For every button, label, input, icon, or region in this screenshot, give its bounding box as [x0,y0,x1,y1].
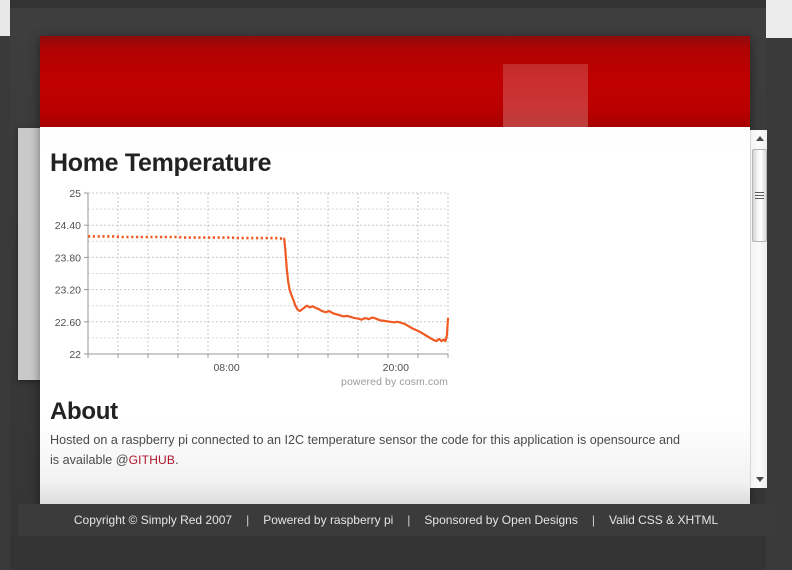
scrollbar-thumb[interactable] [752,149,767,242]
svg-text:22: 22 [69,349,81,361]
nav-item-home-stat[interactable]: Home Stat [502,63,589,127]
svg-text:08:00: 08:00 [213,362,239,374]
scroll-down-button[interactable] [751,471,768,488]
about-text-tail: . [175,453,179,468]
vertical-scrollbar[interactable] [750,130,767,488]
temperature-chart[interactable]: 22 22.60 23.20 23.80 24.40 25 08:00 20:00 power… [50,187,454,390]
chart-canvas: 22 22.60 23.20 23.80 24.40 25 08:00 20:00 [50,187,454,377]
site-container: contact Home Stat home@sajin Home Home T… [40,36,750,504]
footer-item-sponsor: Sponsored by Open Designs [424,513,578,527]
about-heading: About [50,398,118,425]
footer-item-powered-by: Powered by raspberry pi [263,513,394,527]
svg-text:23.20: 23.20 [55,285,81,297]
viewport-edge-right [766,0,792,38]
grip-icon [755,190,764,201]
site-header: contact Home Stat home@sajin Home [40,36,750,127]
page-title: Home Temperature [50,149,272,177]
about-paragraph: Hosted on a raspberry pi connected to an… [50,430,690,471]
viewport-edge-left [0,0,10,36]
chart-credit-label: powered by cosm.com [341,376,448,388]
viewport-edge-right-lower [766,38,792,570]
scroll-up-button[interactable] [751,130,768,147]
svg-text:20:00: 20:00 [383,362,409,374]
site-content: Home Temperature 22 22.60 23.20 23.80 24.40 2… [40,127,750,504]
site-footer: Copyright © Simply Red 2007 | Powered by… [18,504,774,536]
triangle-down-icon [755,477,764,482]
footer-item-validation: Valid CSS & XHTML [608,513,719,527]
nav-item-home[interactable]: Home [685,64,742,128]
svg-text:22.60: 22.60 [55,317,81,329]
github-link[interactable]: GITHUB [129,453,176,467]
footer-item-copyright: Copyright © Simply Red 2007 [73,513,233,527]
main-navigation[interactable]: contact Home Stat home@sajin Home [438,63,750,127]
screen-root: contact Home Stat home@sajin Home Home T… [0,0,792,570]
triangle-up-icon [755,136,764,141]
nav-item-contact[interactable]: contact [438,64,503,128]
svg-text:23.80: 23.80 [55,252,81,264]
svg-text:25: 25 [69,188,81,200]
window-top-bar [0,0,792,8]
svg-text:24.40: 24.40 [55,220,81,232]
nav-item-home-sajin[interactable]: home@sajin [588,64,684,128]
